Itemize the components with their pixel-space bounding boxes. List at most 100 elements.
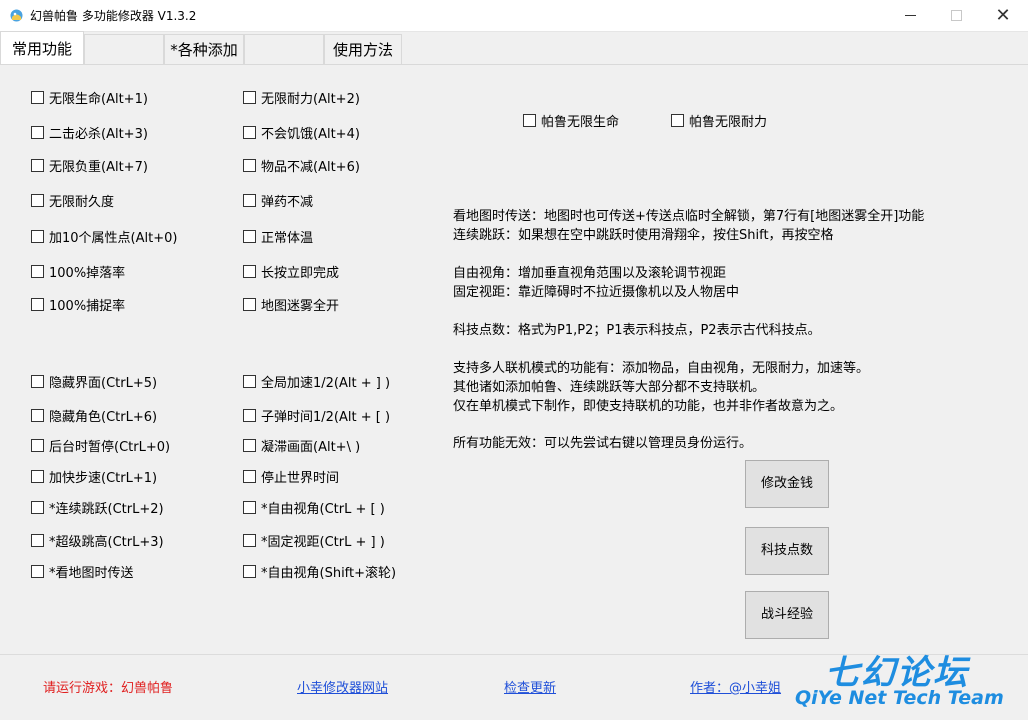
tab-add-items[interactable]: *各种添加	[164, 34, 244, 64]
watermark-en: QiYe Net Tech Team	[795, 687, 1004, 709]
tech-points-button[interactable]: 科技点数	[745, 527, 829, 575]
tab-common[interactable]: 常用功能	[0, 31, 84, 65]
check-update-link[interactable]: 检查更新	[504, 677, 556, 696]
checkbox-box	[243, 298, 256, 311]
checkbox-infinite-durability[interactable]: 无限耐久度	[31, 191, 115, 210]
checkbox-label: 100%捕捉率	[49, 299, 126, 314]
checkbox-pal-infinite-health[interactable]: 帕鲁无限生命	[523, 111, 620, 130]
checkbox-box	[31, 439, 44, 452]
checkbox-label: *固定视距(CtrL + ] )	[261, 535, 385, 550]
checkbox-label: 隐藏界面(CtrL+5)	[49, 376, 158, 391]
checkbox-walk-speed[interactable]: 加快步速(CtrL+1)	[31, 467, 158, 486]
checkbox-label: *自由视角(Shift+滚轮)	[261, 566, 397, 581]
checkbox-free-camera-ctrl[interactable]: *自由视角(CtrL + [ )	[243, 498, 385, 517]
checkbox-box	[243, 265, 256, 278]
checkbox-box	[31, 126, 44, 139]
checkbox-label: 无限生命(Alt+1)	[49, 92, 148, 107]
info-tech-points: 科技点数：格式为P1,P2；P1表示科技点，P2表示古代科技点。	[453, 323, 821, 338]
checkbox-box	[243, 159, 256, 172]
checkbox-label: 二击必杀(Alt+3)	[49, 127, 148, 142]
maximize-icon	[951, 10, 962, 21]
checkbox-box	[243, 409, 256, 422]
checkbox-box	[31, 91, 44, 104]
run-game-status: 请运行游戏：幻兽帕鲁	[43, 681, 174, 696]
checkbox-label: 无限耐久度	[49, 195, 115, 210]
checkbox-label: 100%掉落率	[49, 266, 126, 281]
checkbox-drop-rate[interactable]: 100%掉落率	[31, 262, 126, 281]
checkbox-box	[31, 470, 44, 483]
checkbox-freeze-frame[interactable]: 凝滞画面(Alt+\ )	[243, 436, 361, 455]
checkbox-free-camera-shift[interactable]: *自由视角(Shift+滚轮)	[243, 562, 397, 581]
checkbox-box	[523, 114, 536, 127]
author-link[interactable]: 作者：@小幸姐	[690, 677, 781, 696]
checkbox-label: *连续跳跃(CtrL+2)	[49, 502, 164, 517]
checkbox-super-jump[interactable]: *超级跳高(CtrL+3)	[31, 531, 164, 550]
tab-strip: 常用功能 *各种添加 使用方法	[0, 31, 1028, 65]
maximize-button[interactable]	[934, 0, 980, 31]
checkbox-box	[31, 265, 44, 278]
checkbox-normal-temperature[interactable]: 正常体温	[243, 227, 314, 246]
checkbox-label: 加快步速(CtrL+1)	[49, 471, 158, 486]
checkbox-no-hunger[interactable]: 不会饥饿(Alt+4)	[243, 123, 360, 142]
checkbox-label: 凝滞画面(Alt+\ )	[261, 440, 361, 455]
checkbox-add-attribute-points[interactable]: 加10个属性点(Alt+0)	[31, 227, 177, 246]
checkbox-hide-ui[interactable]: 隐藏界面(CtrL+5)	[31, 372, 158, 391]
checkbox-box	[31, 409, 44, 422]
close-button[interactable]: ✕	[980, 0, 1026, 31]
checkbox-label: 长按立即完成	[261, 266, 340, 281]
checkbox-label: 帕鲁无限耐力	[689, 115, 768, 130]
checkbox-map-teleport[interactable]: *看地图时传送	[31, 562, 134, 581]
checkbox-label: 帕鲁无限生命	[541, 115, 620, 130]
info-single-player-note: 仅在单机模式下制作，即使支持联机的功能，也并非作者故意为之。	[453, 399, 844, 414]
info-continuous-jump: 连续跳跃：如果想在空中跳跃时使用滑翔伞，按住Shift，再按空格	[453, 228, 834, 243]
checkbox-stop-world-time[interactable]: 停止世界时间	[243, 467, 340, 486]
checkbox-label: 地图迷雾全开	[261, 299, 340, 314]
checkbox-infinite-stamina[interactable]: 无限耐力(Alt+2)	[243, 88, 360, 107]
watermark: 七幻论坛 QiYe Net Tech Team	[795, 645, 1025, 717]
checkbox-bullet-time[interactable]: 子弹时间1/2(Alt + [ )	[243, 406, 391, 425]
info-multiplayer-support: 支持多人联机模式的功能有：添加物品，自由视角，无限耐力，加速等。	[453, 361, 870, 376]
checkbox-fixed-distance[interactable]: *固定视距(CtrL + ] )	[243, 531, 385, 550]
battle-exp-button[interactable]: 战斗经验	[745, 591, 829, 639]
minimize-icon	[905, 15, 916, 16]
tab-blank-1[interactable]	[84, 34, 164, 64]
modify-money-button[interactable]: 修改金钱	[745, 460, 829, 508]
minimize-button[interactable]	[888, 0, 934, 31]
checkbox-box	[243, 565, 256, 578]
checkbox-box	[243, 230, 256, 243]
info-free-camera: 自由视角：增加垂直视角范围以及滚轮调节视距	[453, 266, 727, 281]
checkbox-two-hit-kill[interactable]: 二击必杀(Alt+3)	[31, 123, 148, 142]
checkbox-label: 子弹时间1/2(Alt + [ )	[261, 410, 391, 425]
checkbox-infinite-weight[interactable]: 无限负重(Alt+7)	[31, 156, 148, 175]
checkbox-box	[243, 439, 256, 452]
checkbox-box	[31, 534, 44, 547]
checkbox-label: 无限耐力(Alt+2)	[261, 92, 360, 107]
checkbox-label: 后台时暂停(CtrL+0)	[49, 440, 171, 455]
checkbox-continuous-jump[interactable]: *连续跳跃(CtrL+2)	[31, 498, 164, 517]
tab-usage[interactable]: 使用方法	[324, 34, 402, 64]
checkbox-box	[31, 194, 44, 207]
checkbox-box	[243, 91, 256, 104]
checkbox-pal-infinite-stamina[interactable]: 帕鲁无限耐力	[671, 111, 768, 130]
checkbox-infinite-ammo[interactable]: 弹药不减	[243, 191, 313, 210]
checkbox-reveal-map[interactable]: 地图迷雾全开	[243, 295, 340, 314]
checkbox-hide-character[interactable]: 隐藏角色(CtrL+6)	[31, 406, 158, 425]
checkbox-box	[243, 501, 256, 514]
checkbox-box	[243, 126, 256, 139]
tab-blank-2[interactable]	[244, 34, 324, 64]
checkbox-box	[31, 565, 44, 578]
checkbox-capture-rate[interactable]: 100%捕捉率	[31, 295, 126, 314]
checkbox-instant-hold[interactable]: 长按立即完成	[243, 262, 340, 281]
checkbox-items-not-decrease[interactable]: 物品不减(Alt+6)	[243, 156, 360, 175]
checkbox-label: 无限负重(Alt+7)	[49, 160, 148, 175]
checkbox-infinite-health[interactable]: 无限生命(Alt+1)	[31, 88, 148, 107]
info-map-teleport: 看地图时传送：地图时也可传送+传送点临时全解锁，第7行有[地图迷雾全开]功能	[453, 209, 925, 224]
checkbox-label: 停止世界时间	[261, 471, 340, 486]
checkbox-global-speed[interactable]: 全局加速1/2(Alt + ] )	[243, 372, 390, 391]
checkbox-label: 正常体温	[261, 231, 314, 246]
checkbox-box	[31, 230, 44, 243]
checkbox-pause-background[interactable]: 后台时暂停(CtrL+0)	[31, 436, 171, 455]
site-link[interactable]: 小幸修改器网站	[297, 677, 388, 696]
checkbox-label: 物品不减(Alt+6)	[261, 160, 360, 175]
checkbox-label: 隐藏角色(CtrL+6)	[49, 410, 158, 425]
